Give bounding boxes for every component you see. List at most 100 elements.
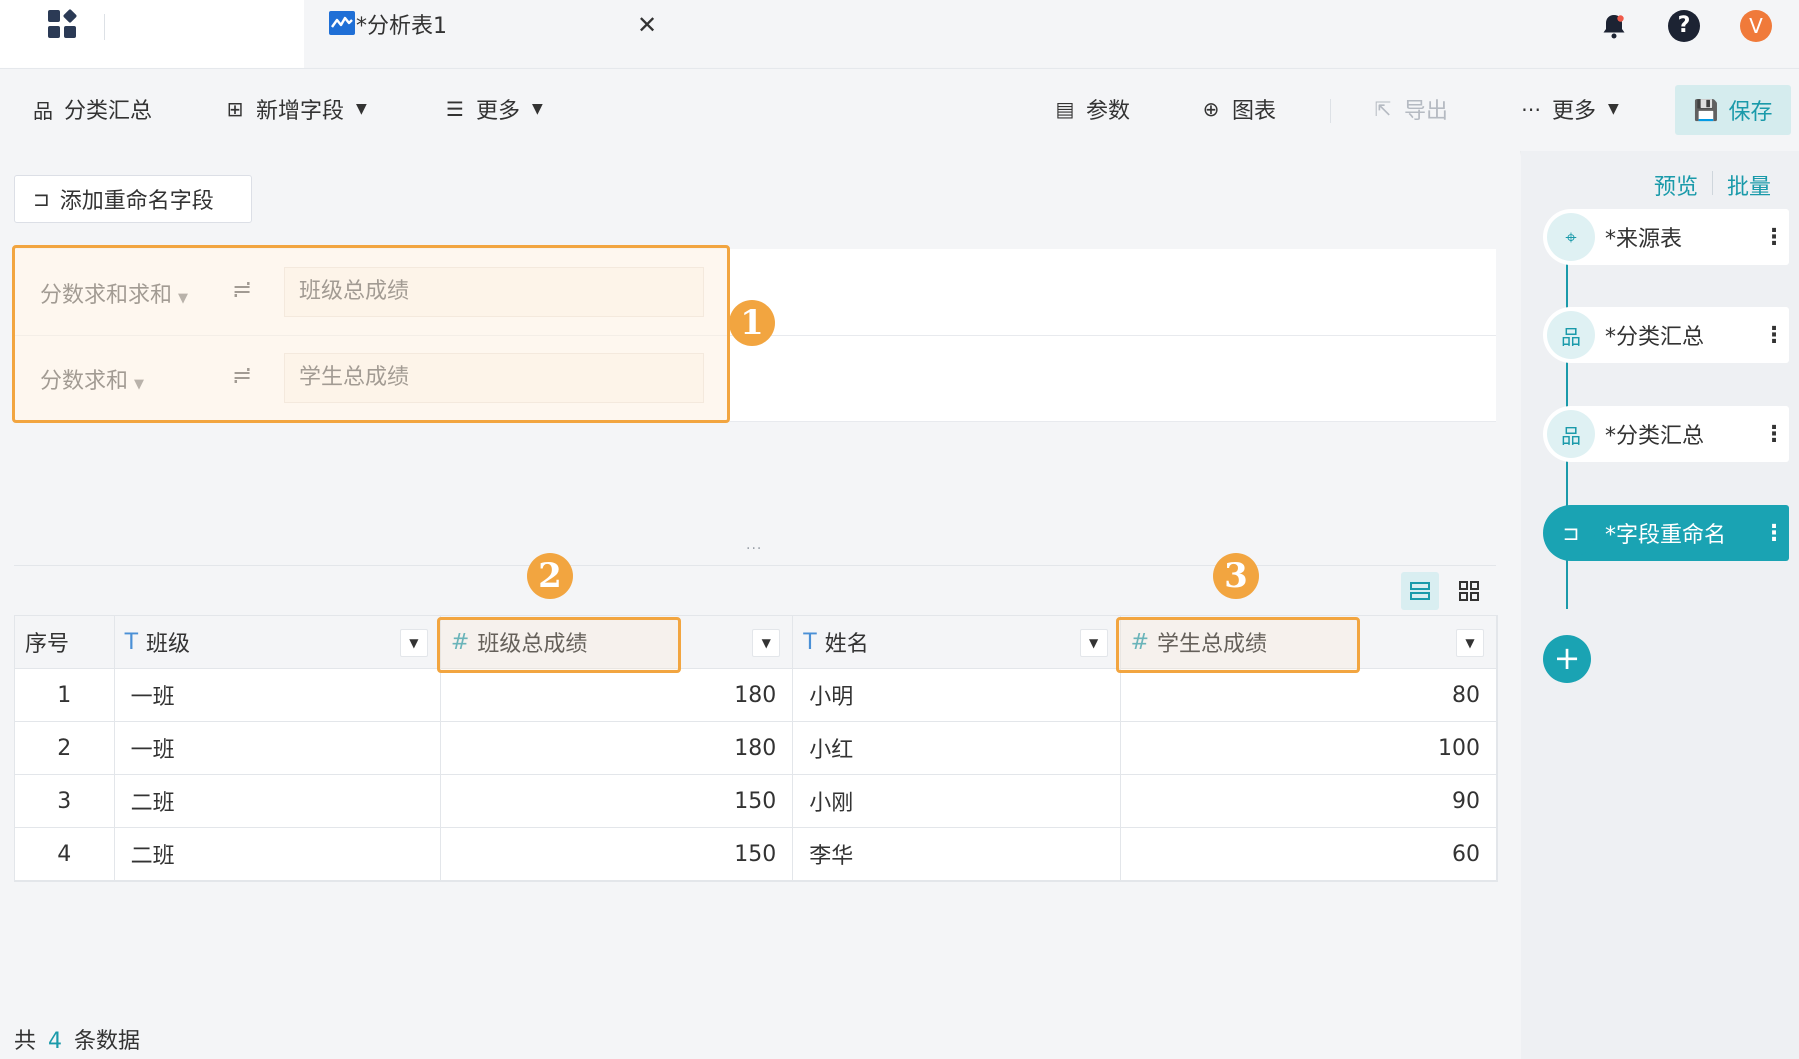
column-header-class[interactable]: T 班级 ▼ — [114, 616, 441, 669]
cell-name: 小明 — [792, 668, 1121, 722]
rename-field-icon: ⊐ — [33, 187, 50, 211]
avatar[interactable]: V — [1740, 10, 1772, 42]
rename-icon: ⊐ — [1547, 509, 1595, 557]
cell-index: 3 — [15, 774, 115, 828]
column-menu-icon[interactable]: ▼ — [752, 629, 781, 657]
annotation-badge-2: 2 — [527, 553, 573, 599]
cell-index: 2 — [15, 721, 115, 775]
batch-link[interactable]: 批量 — [1713, 169, 1785, 201]
grid-view-icon[interactable] — [1450, 572, 1488, 610]
save-label: 保存 — [1728, 100, 1773, 125]
column-header-label: 序号 — [25, 632, 70, 657]
target-name-input[interactable]: 班级总成绩 — [284, 267, 704, 317]
plus-circle-icon: ⊕ — [1202, 97, 1220, 121]
column-header-label: 班级 — [146, 632, 191, 657]
column-header-student-total[interactable]: # 学生总成绩 ▼ — [1120, 616, 1498, 669]
main-panel: ⊐ 添加重命名字段 分数求和求和 ▼ ≓ 班级总成绩 分数求和 ▼ ≓ 学生总成绩 … — [0, 151, 1520, 1059]
app-grid-icon[interactable] — [48, 8, 80, 42]
cell-name: 小红 — [792, 721, 1121, 775]
help-icon[interactable]: ? — [1668, 10, 1700, 42]
caret-down-icon: ▼ — [356, 101, 367, 117]
preview-link[interactable]: 预览 — [1640, 169, 1712, 201]
caret-down-icon: ▼ — [532, 101, 543, 117]
text-type-icon: T — [124, 629, 139, 655]
add-rename-field-label: 添加重命名字段 — [59, 189, 214, 214]
add-rename-field-button[interactable]: ⊐ 添加重命名字段 — [14, 175, 252, 223]
add-step-button[interactable]: + — [1543, 635, 1591, 683]
chart-button[interactable]: ⊕ 图表 — [1200, 91, 1276, 127]
target-name-input[interactable]: 学生总成绩 — [284, 353, 704, 403]
cell-name: 李华 — [792, 827, 1121, 881]
annotation-badge-3: 3 — [1213, 553, 1259, 599]
table-header-row: 序号 T 班级 ▼ # 班级总成绩 ▼ T 姓名 ▼ # 学生总成绩 ▼ — [15, 616, 1498, 669]
chart-label: 图表 — [1232, 99, 1277, 124]
top-bar: *分析表1 ✕ ? V — [0, 0, 1799, 68]
divider — [1330, 99, 1331, 123]
more-left-dropdown[interactable]: ☰ 更多 ▼ — [444, 91, 543, 127]
cell-class-total: 150 — [440, 827, 794, 881]
tab-analysis-1[interactable]: *分析表1 ✕ — [305, 0, 668, 68]
close-icon[interactable]: ✕ — [637, 10, 657, 40]
step-source-table[interactable]: ⌖ *来源表 ⋮ — [1543, 209, 1789, 265]
column-menu-icon[interactable]: ▼ — [399, 629, 428, 657]
step-label: *分类汇总 — [1605, 325, 1705, 350]
more-right-dropdown[interactable]: ⋯ 更多 ▼ — [1520, 91, 1619, 127]
step-label: *字段重命名 — [1605, 523, 1727, 548]
list-icon: ☰ — [446, 97, 464, 121]
more-vertical-icon[interactable]: ⋮ — [1759, 225, 1789, 250]
rename-arrow-icon: ≓ — [232, 275, 253, 303]
step-field-rename[interactable]: ⊐ *字段重命名 ⋮ — [1543, 505, 1789, 561]
tab-strip-blank — [0, 0, 304, 68]
table-row: 1 一班 180 小明 80 — [15, 668, 1498, 722]
divider — [14, 565, 1496, 566]
params-label: 参数 — [1086, 99, 1131, 124]
cell-student-total: 60 — [1120, 827, 1498, 881]
caret-down-icon: ▼ — [1608, 101, 1619, 117]
save-button[interactable]: 💾 保存 — [1675, 85, 1791, 135]
step-group-summary[interactable]: 品 *分类汇总 ⋮ — [1543, 307, 1789, 363]
data-table: 序号 T 班级 ▼ # 班级总成绩 ▼ T 姓名 ▼ # 学生总成绩 ▼ 1 一… — [14, 615, 1498, 882]
cell-class: 二班 — [114, 827, 441, 881]
cell-class: 一班 — [114, 668, 441, 722]
cell-class-total: 180 — [440, 721, 794, 775]
cell-class-total: 150 — [440, 774, 794, 828]
column-header-class-total[interactable]: # 班级总成绩 ▼ — [440, 616, 794, 669]
ellipsis-circle-icon: ⋯ — [1521, 97, 1541, 121]
export-button[interactable]: ⇱ 导出 — [1372, 91, 1448, 127]
column-header-name[interactable]: T 姓名 ▼ — [792, 616, 1121, 669]
params-icon: ▤ — [1055, 97, 1075, 121]
cell-name: 小刚 — [792, 774, 1121, 828]
more-vertical-icon[interactable]: ⋮ — [1759, 521, 1789, 546]
cell-student-total: 80 — [1120, 668, 1498, 722]
group-summary-icon: 品 — [33, 98, 53, 123]
text-type-icon: T — [803, 629, 817, 655]
bell-icon[interactable] — [1598, 10, 1630, 42]
list-view-icon[interactable] — [1401, 572, 1439, 610]
row-count-suffix: 条数据 — [74, 1029, 141, 1054]
toolbar: 品 分类汇总 ⊞ 新增字段 ▼ ☰ 更多 ▼ ▤ 参数 ⊕ 图表 ⇱ 导出 ⋯ … — [0, 68, 1799, 151]
step-group-summary[interactable]: 品 *分类汇总 ⋮ — [1543, 406, 1789, 462]
params-button[interactable]: ▤ 参数 — [1054, 91, 1130, 127]
column-menu-icon[interactable]: ▼ — [1079, 629, 1108, 657]
cell-student-total: 100 — [1120, 721, 1498, 775]
caret-down-icon: ▼ — [134, 377, 145, 392]
add-field-dropdown[interactable]: ⊞ 新增字段 ▼ — [224, 91, 367, 127]
cell-index: 4 — [15, 827, 115, 881]
group-summary-icon: 品 — [1547, 410, 1595, 458]
rename-arrow-icon: ≓ — [232, 361, 253, 389]
row-count-number: 4 — [48, 1029, 63, 1054]
more-vertical-icon[interactable]: ⋮ — [1759, 422, 1789, 447]
row-count-prefix: 共 — [14, 1029, 37, 1054]
group-summary-icon: 品 — [1547, 311, 1595, 359]
group-summary-button[interactable]: 品 分类汇总 — [32, 91, 152, 127]
cell-class-total: 180 — [440, 668, 794, 722]
source-field-select[interactable]: 分数求和 ▼ — [40, 363, 144, 395]
step-label: *来源表 — [1605, 227, 1683, 252]
step-label: *分类汇总 — [1605, 424, 1705, 449]
analysis-table-icon — [329, 11, 355, 35]
more-vertical-icon[interactable]: ⋮ — [1759, 323, 1789, 348]
column-menu-icon[interactable]: ▼ — [1456, 629, 1484, 657]
splitter-handle[interactable]: ··· — [746, 541, 762, 557]
more-left-label: 更多 — [476, 99, 521, 124]
source-field-select[interactable]: 分数求和求和 ▼ — [40, 277, 188, 309]
